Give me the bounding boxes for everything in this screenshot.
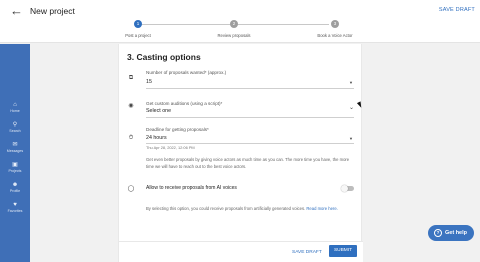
sidebar-item-label: Messages — [6, 149, 24, 153]
mail-icon: ✉ — [12, 142, 18, 148]
ai-info-body: By selecting this option, you could rece… — [146, 206, 306, 211]
back-arrow-icon[interactable]: ← — [10, 4, 23, 18]
deadline-info-text: Get even better proposals by giving voic… — [146, 157, 350, 169]
proposals-underline — [146, 88, 354, 89]
briefcase-icon: ▣ — [12, 162, 18, 168]
clock-icon: ⏱ — [128, 135, 134, 141]
audition-voice-icon: ◉ — [128, 103, 134, 109]
sidebar-item-favorites[interactable]: ♥ Favorites — [0, 202, 30, 214]
auditions-select-value[interactable]: Select one — [146, 108, 171, 114]
read-more-link[interactable]: Read more here. — [306, 206, 337, 211]
submit-button[interactable]: SUBMIT — [329, 245, 357, 257]
sidebar-item-projects[interactable]: ▣ Projects — [0, 162, 30, 174]
save-draft-button[interactable]: SAVE DRAFT — [439, 7, 475, 13]
page-title: New project — [30, 6, 75, 16]
step-2-label: Review proposals — [217, 33, 251, 38]
step-2-indicator: 2 — [230, 20, 238, 28]
auditions-underline — [146, 117, 354, 118]
step-connector — [141, 24, 233, 25]
top-bar: ← New project SAVE DRAFT 1 2 3 Post a pr… — [0, 0, 480, 43]
step-connector — [237, 24, 329, 25]
deadline-underline — [146, 143, 354, 144]
section-title: 3. Casting options — [127, 52, 201, 62]
sidebar-item-label: Profile — [9, 189, 21, 193]
footer-save-draft-button[interactable]: SAVE DRAFT — [292, 250, 322, 255]
deadline-dropdown-icon[interactable]: ▼ — [349, 136, 353, 141]
heart-icon: ♥ — [13, 202, 17, 208]
step-3-indicator: 3 — [331, 20, 339, 28]
search-icon: ⚲ — [12, 122, 18, 128]
proposals-dropdown-icon[interactable]: ▼ — [349, 80, 353, 85]
toggle-knob — [341, 185, 348, 192]
proposals-stack-icon: ⧉ — [128, 75, 134, 81]
sidebar-item-label: Home — [10, 109, 20, 113]
sidebar-item-profile[interactable]: ☻ Profile — [0, 182, 30, 194]
deadline-select-value[interactable]: 24 hours — [146, 135, 167, 141]
ai-voice-icon: ◯ — [127, 186, 135, 192]
ai-voices-label: Allow to receive proposals from AI voice… — [146, 185, 237, 191]
proposals-select-value[interactable]: 15 — [146, 79, 152, 85]
auditions-label: Get custom auditions (using a script)* — [146, 101, 223, 106]
step-1-indicator: 1 — [134, 20, 142, 28]
sidebar-item-search[interactable]: ⚲ Search — [0, 122, 30, 134]
deadline-label: Deadline for getting proposals* — [146, 127, 209, 132]
sidebar-item-label: Projects — [8, 169, 22, 173]
person-icon: ☻ — [11, 182, 19, 188]
form-footer: SAVE DRAFT SUBMIT — [119, 241, 363, 262]
question-icon: ? — [434, 229, 442, 237]
sidebar-item-messages[interactable]: ✉ Messages — [0, 142, 30, 154]
get-help-button[interactable]: ? Get help — [428, 225, 474, 241]
proposals-label: Number of proposals wanted* (approx.) — [146, 70, 227, 75]
sidebar: ⌂ Home ⚲ Search ✉ Messages ▣ Projects ☻ … — [0, 44, 30, 262]
sidebar-item-label: Favorites — [7, 209, 23, 213]
sidebar-item-home[interactable]: ⌂ Home — [0, 102, 30, 114]
ai-voices-toggle[interactable] — [341, 185, 354, 192]
ai-info-text: By selecting this option, you could rece… — [146, 206, 356, 213]
auditions-chevron-down-icon[interactable]: ⌄ — [349, 104, 354, 111]
stepper: 1 2 3 Post a project Review proposals Bo… — [125, 20, 353, 40]
casting-options-card: 3. Casting options ⧉ Number of proposals… — [118, 44, 363, 262]
deadline-date-helper: Thu Apr 28, 2022, 12:06 PM — [146, 145, 195, 150]
step-1-label: Post a project — [125, 33, 151, 38]
sidebar-item-label: Search — [9, 129, 21, 133]
home-icon: ⌂ — [13, 102, 17, 108]
step-3-label: Book a Voice Actor — [317, 33, 353, 38]
get-help-label: Get help — [445, 229, 468, 236]
